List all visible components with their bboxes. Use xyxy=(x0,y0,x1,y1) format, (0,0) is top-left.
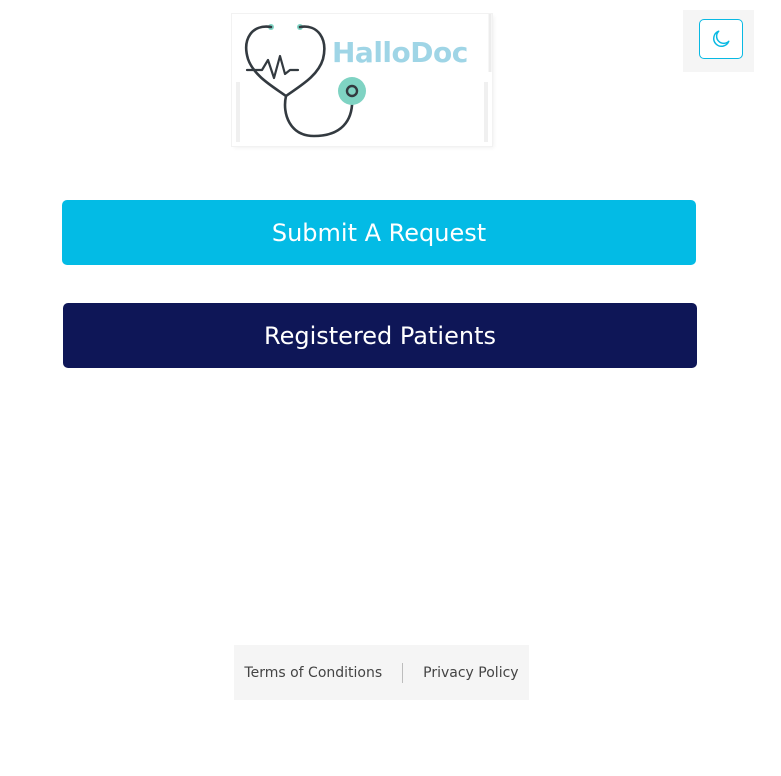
submit-request-label: Submit A Request xyxy=(271,218,487,247)
moon-icon xyxy=(713,30,730,47)
theme-toggle-button[interactable] xyxy=(699,19,743,59)
footer: Terms of Conditions Privacy Policy xyxy=(234,645,529,700)
footer-divider xyxy=(402,662,404,683)
registered-patients-label: Registered Patients xyxy=(264,321,496,350)
registered-patients-button[interactable]: Registered Patients xyxy=(63,303,697,368)
privacy-link[interactable]: Privacy Policy xyxy=(423,665,518,681)
terms-link[interactable]: Terms of Conditions xyxy=(244,665,382,681)
submit-request-button[interactable]: Submit A Request xyxy=(62,200,696,265)
logo-brand-text: HalloDoc xyxy=(332,36,468,69)
theme-toggle-container xyxy=(683,10,754,72)
hallodoc-logo: HalloDoc xyxy=(232,14,492,146)
landing-page: HalloDoc Submit A Request Registered Pat… xyxy=(0,0,781,776)
stethoscope-heartbeat-icon xyxy=(236,14,492,142)
